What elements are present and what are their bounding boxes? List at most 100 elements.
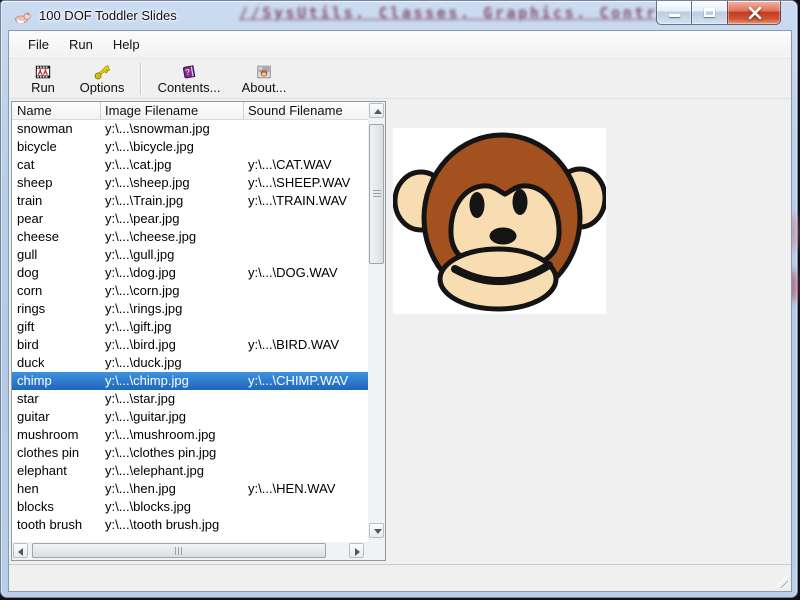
cell-c2: y:\...\chimp.jpg [101, 372, 244, 390]
horizontal-scrollbar[interactable] [12, 542, 368, 560]
column-header-sound-filename[interactable]: Sound Filename [244, 102, 368, 119]
run-button-label: Run [31, 81, 55, 95]
cell-c1: gift [12, 318, 101, 336]
table-row[interactable]: mushroomy:\...\mushroom.jpg [12, 426, 368, 444]
cell-c2: y:\...\blocks.jpg [101, 498, 244, 516]
table-row[interactable]: clothes piny:\...\clothes pin.jpg [12, 444, 368, 462]
status-bar [9, 564, 791, 591]
table-row[interactable]: heny:\...\hen.jpgy:\...\HEN.WAV [12, 480, 368, 498]
table-row[interactable]: ducky:\...\duck.jpg [12, 354, 368, 372]
table-row[interactable]: stary:\...\star.jpg [12, 390, 368, 408]
film-strip-runners-icon [33, 63, 53, 81]
table-row[interactable]: chimpy:\...\chimp.jpgy:\...\CHIMP.WAV [12, 372, 368, 390]
vertical-scrollbar[interactable] [368, 102, 385, 542]
menu-file[interactable]: File [18, 34, 59, 55]
resize-grip[interactable] [775, 575, 788, 588]
triangle-right-icon [355, 548, 360, 556]
table-row[interactable]: gully:\...\gull.jpg [12, 246, 368, 264]
slides-list: Name Image Filename Sound Filename snowm… [11, 101, 386, 561]
cell-c3 [244, 426, 363, 444]
cell-c2: y:\...\star.jpg [101, 390, 244, 408]
options-button-label: Options [80, 81, 125, 95]
cell-c2: y:\...\elephant.jpg [101, 462, 244, 480]
title-bar[interactable]: 100 DOF Toddler Slides [1, 1, 797, 31]
cell-c2: y:\...\pear.jpg [101, 210, 244, 228]
cell-c3: y:\...\CAT.WAV [244, 156, 363, 174]
cell-c2: y:\...\cat.jpg [101, 156, 244, 174]
cell-c2: y:\...\cheese.jpg [101, 228, 244, 246]
run-button[interactable]: Run [17, 60, 69, 98]
contents-button[interactable]: ? Contents... [146, 60, 232, 98]
cell-c1: pear [12, 210, 101, 228]
menu-run[interactable]: Run [59, 34, 103, 55]
scroll-down-button[interactable] [369, 523, 384, 538]
thumb-grip-icon [373, 190, 381, 198]
cell-c2: y:\...\Train.jpg [101, 192, 244, 210]
window-title: 100 DOF Toddler Slides [39, 8, 177, 23]
scroll-left-button[interactable] [13, 543, 28, 558]
maximize-button[interactable] [692, 1, 727, 25]
cell-c2: y:\...\duck.jpg [101, 354, 244, 372]
maximize-icon [704, 8, 715, 17]
cell-c3 [244, 390, 363, 408]
list-rows: snowmany:\...\snowman.jpgbicycley:\...\b… [12, 120, 368, 542]
column-header-name[interactable]: Name [12, 102, 101, 119]
scroll-up-button[interactable] [369, 103, 384, 118]
table-row[interactable]: caty:\...\cat.jpgy:\...\CAT.WAV [12, 156, 368, 174]
options-button[interactable]: Options [69, 60, 135, 98]
cell-c2: y:\...\mushroom.jpg [101, 426, 244, 444]
cell-c2: y:\...\hen.jpg [101, 480, 244, 498]
table-row[interactable]: trainy:\...\Train.jpgy:\...\TRAIN.WAV [12, 192, 368, 210]
cell-c3: y:\...\SHEEP.WAV [244, 174, 363, 192]
horizontal-scrollbar-thumb[interactable] [32, 543, 326, 558]
table-row[interactable]: blocksy:\...\blocks.jpg [12, 498, 368, 516]
table-row[interactable]: corny:\...\corn.jpg [12, 282, 368, 300]
table-row[interactable]: gifty:\...\gift.jpg [12, 318, 368, 336]
cell-c2: y:\...\corn.jpg [101, 282, 244, 300]
cell-c1: star [12, 390, 101, 408]
close-icon [747, 5, 763, 21]
scroll-right-button[interactable] [349, 543, 364, 558]
cell-c1: cheese [12, 228, 101, 246]
cell-c3 [244, 120, 363, 138]
scrollbar-corner [368, 542, 385, 560]
close-button[interactable] [727, 1, 781, 25]
cell-c3: y:\...\CHIMP.WAV [244, 372, 363, 390]
cell-c3 [244, 300, 363, 318]
table-row[interactable]: sheepy:\...\sheep.jpgy:\...\SHEEP.WAV [12, 174, 368, 192]
table-row[interactable]: cheesey:\...\cheese.jpg [12, 228, 368, 246]
table-row[interactable]: tooth brushy:\...\tooth brush.jpg [12, 516, 368, 534]
cell-c1: train [12, 192, 101, 210]
table-row[interactable]: peary:\...\pear.jpg [12, 210, 368, 228]
table-row[interactable]: dogy:\...\dog.jpgy:\...\DOG.WAV [12, 264, 368, 282]
table-row[interactable]: birdy:\...\bird.jpgy:\...\BIRD.WAV [12, 336, 368, 354]
cell-c1: duck [12, 354, 101, 372]
toolbar-separator [140, 63, 141, 95]
help-book-icon: ? [179, 63, 199, 81]
cell-c1: corn [12, 282, 101, 300]
cell-c2: y:\...\tooth brush.jpg [101, 516, 244, 534]
cell-c3 [244, 408, 363, 426]
menu-help[interactable]: Help [103, 34, 150, 55]
table-row[interactable]: bicycley:\...\bicycle.jpg [12, 138, 368, 156]
cell-c1: tooth brush [12, 516, 101, 534]
cell-c1: cat [12, 156, 101, 174]
triangle-left-icon [18, 548, 23, 556]
cell-c2: y:\...\clothes pin.jpg [101, 444, 244, 462]
table-row[interactable]: guitary:\...\guitar.jpg [12, 408, 368, 426]
minimize-button[interactable] [656, 1, 692, 25]
cell-c3: y:\...\TRAIN.WAV [244, 192, 363, 210]
cell-c1: snowman [12, 120, 101, 138]
cell-c1: mushroom [12, 426, 101, 444]
about-button-label: About... [242, 81, 287, 95]
menu-bar: File Run Help [9, 31, 791, 59]
cell-c2: y:\...\gift.jpg [101, 318, 244, 336]
cell-c1: clothes pin [12, 444, 101, 462]
table-row[interactable]: elephanty:\...\elephant.jpg [12, 462, 368, 480]
vertical-scrollbar-thumb[interactable] [369, 124, 384, 264]
column-header-image-filename[interactable]: Image Filename [101, 102, 244, 119]
about-button[interactable]: About... [232, 60, 296, 98]
cell-c3 [244, 516, 363, 534]
table-row[interactable]: ringsy:\...\rings.jpg [12, 300, 368, 318]
table-row[interactable]: snowmany:\...\snowman.jpg [12, 120, 368, 138]
